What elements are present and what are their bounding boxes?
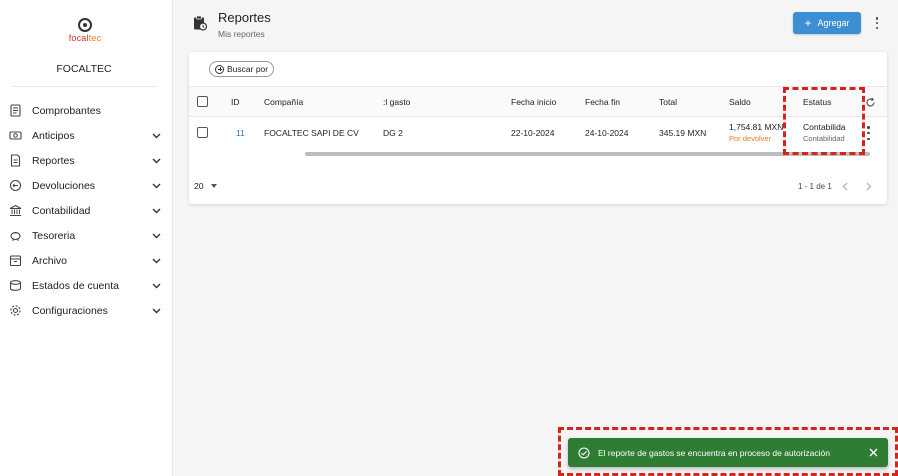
- sidebar-item-contabilidad[interactable]: Contabilidad: [0, 198, 173, 223]
- row-balance-amount: 1,754.81 MXN: [729, 122, 784, 132]
- chevron-down-icon: [151, 181, 161, 191]
- clipboard-clock-icon: [193, 15, 208, 31]
- column-header-end-date[interactable]: Fecha fin: [585, 87, 620, 116]
- column-header-total[interactable]: Total: [659, 87, 677, 116]
- rows-per-page-value: 20: [194, 181, 204, 191]
- page-range: 1 - 1 de 1: [798, 181, 832, 191]
- column-header-start-date[interactable]: Fecha inicio: [511, 87, 556, 116]
- sidebar-item-anticipos[interactable]: Anticipos: [0, 123, 173, 148]
- toast-message: El reporte de gastos se encuentra en pro…: [598, 447, 831, 458]
- page-title: Reportes: [218, 10, 271, 25]
- sidebar-item-label: Anticipos: [32, 129, 75, 142]
- sidebar-nav: Comprobantes Anticipos Reportes Devoluci…: [0, 98, 173, 323]
- column-header-status[interactable]: Estatus: [803, 87, 831, 116]
- column-header-balance[interactable]: Saldo: [729, 87, 751, 116]
- sidebar-item-label: Archivo: [32, 254, 68, 267]
- row-actions-icon[interactable]: [867, 126, 871, 140]
- sidebar-item-archivo[interactable]: Archivo: [0, 248, 173, 273]
- sidebar-item-label: Estados de cuenta: [32, 279, 119, 292]
- search-by-chip[interactable]: Buscar por: [209, 61, 275, 77]
- gear-icon: [8, 304, 22, 318]
- select-all-checkbox[interactable]: [197, 87, 208, 116]
- row-status-label: Contabilida: [803, 122, 846, 132]
- add-button-label: Agregar: [817, 18, 850, 28]
- sidebar-item-tesoreria[interactable]: Tesoreria: [0, 223, 173, 248]
- cash-icon: [8, 129, 22, 143]
- row-company: FOCALTEC SAPI DE CV: [264, 127, 359, 138]
- receipt-icon: [8, 104, 22, 118]
- row-balance-status: Por devolver: [729, 134, 772, 143]
- add-circle-icon: [215, 64, 224, 74]
- sidebar-item-devoluciones[interactable]: Devoluciones: [0, 173, 173, 198]
- sidebar-item-label: Reportes: [32, 154, 75, 167]
- sidebar-item-label: Comprobantes: [32, 104, 101, 117]
- sidebar-item-label: Devoluciones: [32, 179, 96, 192]
- row-start-date: 22-10-2024: [511, 127, 555, 138]
- refund-icon: [8, 179, 22, 193]
- row-end-date: 24-10-2024: [585, 127, 629, 138]
- row-status-detail: Contabilidad: [803, 134, 845, 143]
- chevron-down-icon: [151, 231, 161, 241]
- horizontal-scrollbar-thumb[interactable]: [305, 152, 870, 156]
- logo-mark-icon: [78, 18, 92, 32]
- pagination: 20 1 - 1 de 1: [189, 178, 887, 194]
- column-header-id[interactable]: ID: [231, 87, 240, 116]
- chevron-left-icon[interactable]: [838, 179, 852, 193]
- row-expense: DG 2: [383, 127, 403, 138]
- reports-table-card: Buscar por ID Compañía :l gasto Fecha in…: [189, 52, 887, 204]
- chevron-down-icon: [151, 256, 161, 266]
- success-toast: El reporte de gastos se encuentra en pro…: [568, 438, 888, 467]
- chevron-down-icon: [151, 156, 161, 166]
- refresh-icon[interactable]: [865, 97, 876, 108]
- column-header-expense[interactable]: :l gasto: [383, 87, 410, 116]
- chevron-down-icon: [151, 281, 161, 291]
- caret-down-icon: [211, 184, 218, 188]
- rows-per-page-select[interactable]: 20: [194, 178, 218, 194]
- sidebar-item-label: Configuraciones: [32, 304, 108, 317]
- sidebar-divider: [12, 86, 157, 87]
- report-icon: [8, 154, 22, 168]
- more-options-icon[interactable]: [872, 15, 882, 31]
- check-circle-icon: [578, 446, 590, 459]
- piggy-bank-icon: [8, 229, 22, 243]
- sidebar-item-estados-de-cuenta[interactable]: Estados de cuenta: [0, 273, 173, 298]
- bank-icon: [8, 204, 22, 218]
- account-statement-icon: [8, 279, 22, 293]
- company-logo: focaltec: [60, 18, 110, 43]
- close-icon[interactable]: [867, 447, 879, 459]
- row-checkbox[interactable]: [197, 117, 208, 148]
- sidebar-item-comprobantes[interactable]: Comprobantes: [0, 98, 173, 123]
- chevron-down-icon: [151, 206, 161, 216]
- row-balance: 1,754.81 MXN Por devolver: [729, 117, 783, 148]
- row-status: Contabilida Contabilidad: [803, 117, 846, 148]
- sidebar-item-reportes[interactable]: Reportes: [0, 148, 173, 173]
- sidebar-item-configuraciones[interactable]: Configuraciones: [0, 298, 173, 323]
- search-by-label: Buscar por: [227, 64, 269, 74]
- archive-icon: [8, 254, 22, 268]
- chevron-right-icon[interactable]: [862, 179, 876, 193]
- sidebar-item-label: Contabilidad: [32, 204, 91, 217]
- organization-name: FOCALTEC: [56, 63, 112, 75]
- chevron-down-icon: [151, 306, 161, 316]
- logo-text: focaltec: [68, 33, 102, 43]
- page-subtitle: Mis reportes: [218, 29, 265, 39]
- table-row[interactable]: 11 FOCALTEC SAPI DE CV DG 2 22-10-2024 2…: [189, 117, 887, 148]
- chevron-down-icon: [151, 131, 161, 141]
- plus-icon: +: [804, 16, 812, 30]
- add-button[interactable]: + Agregar: [793, 12, 861, 34]
- sidebar-item-label: Tesoreria: [32, 229, 76, 242]
- row-total: 345.19 MXN: [659, 127, 707, 138]
- sidebar: focaltec FOCALTEC Comprobantes Anticipos…: [0, 0, 173, 476]
- table-header: ID Compañía :l gasto Fecha inicio Fecha …: [189, 86, 887, 117]
- row-id-link[interactable]: 11: [236, 117, 245, 148]
- column-header-company[interactable]: Compañía: [264, 87, 303, 116]
